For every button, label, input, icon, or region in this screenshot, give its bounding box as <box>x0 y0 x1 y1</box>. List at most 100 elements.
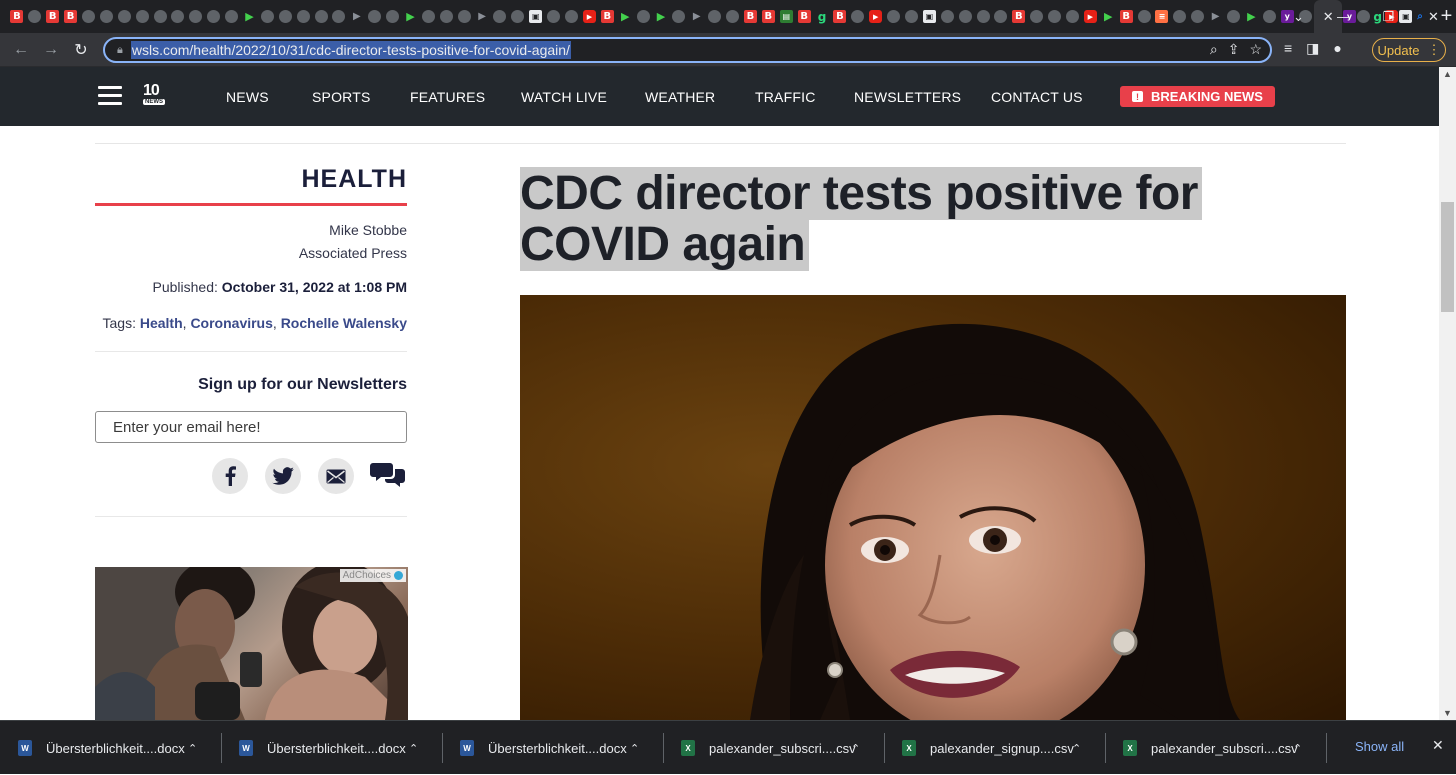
tab[interactable]: ▶ <box>652 0 670 33</box>
chevron-up-icon[interactable]: ⌃ <box>1072 742 1081 755</box>
nav-link-watch-live[interactable]: WATCH LIVE <box>521 89 607 105</box>
tab[interactable] <box>563 0 581 33</box>
tab[interactable]: ▶ <box>1099 0 1117 33</box>
tab[interactable] <box>1171 0 1189 33</box>
tab[interactable]: B <box>742 0 760 33</box>
download-item[interactable]: W Übersterblichkeit....docx ⌃ <box>0 721 221 775</box>
url-text[interactable]: wsls.com/health/2022/10/31/cdc-director-… <box>130 41 571 59</box>
chevron-up-icon[interactable]: ⌃ <box>851 742 860 755</box>
address-bar[interactable]: 🔒︎ wsls.com/health/2022/10/31/cdc-direct… <box>103 37 1272 63</box>
tab[interactable] <box>366 0 384 33</box>
chevron-up-icon[interactable]: ⌃ <box>1293 742 1302 755</box>
chevron-up-icon[interactable]: ⌃ <box>409 742 418 755</box>
tab[interactable] <box>1028 0 1046 33</box>
chevron-up-icon[interactable]: ⌃ <box>630 742 639 755</box>
scroll-thumb[interactable] <box>1441 202 1454 312</box>
tab[interactable]: B <box>831 0 849 33</box>
twitter-share-button[interactable] <box>265 458 301 494</box>
page-scrollbar[interactable]: ▲ ▼ <box>1439 67 1456 720</box>
bookmark-star-icon[interactable]: ☆ <box>1249 41 1262 58</box>
reload-icon[interactable]: ↻ <box>66 40 96 60</box>
tab[interactable] <box>938 0 956 33</box>
nav-link-contact-us[interactable]: CONTACT US <box>991 89 1083 105</box>
tab[interactable]: ▶ <box>616 0 634 33</box>
tab[interactable] <box>187 0 205 33</box>
tab[interactable]: B <box>1117 0 1135 33</box>
share-icon[interactable]: ⇪ <box>1228 41 1240 58</box>
tab[interactable]: ▤ <box>777 0 795 33</box>
nav-link-news[interactable]: NEWS <box>226 89 269 105</box>
profile-avatar-icon[interactable]: ● <box>1333 40 1341 57</box>
tab[interactable] <box>545 0 563 33</box>
tag-link-coronavirus[interactable]: Coronavirus <box>190 315 272 331</box>
comments-icon[interactable] <box>370 461 406 491</box>
forward-icon[interactable]: → <box>36 41 66 59</box>
scroll-up-arrow-icon[interactable]: ▲ <box>1443 69 1452 79</box>
tab[interactable]: B <box>1010 0 1028 33</box>
close-window-icon[interactable]: ✕ <box>1411 9 1456 25</box>
nav-link-sports[interactable]: SPORTS <box>312 89 371 105</box>
tab[interactable] <box>312 0 330 33</box>
email-share-button[interactable] <box>318 458 354 494</box>
tab[interactable] <box>903 0 921 33</box>
tab[interactable] <box>956 0 974 33</box>
chevron-up-icon[interactable]: ⌃ <box>188 742 197 755</box>
section-label[interactable]: HEALTH <box>95 165 407 194</box>
tab[interactable] <box>670 0 688 33</box>
tab[interactable] <box>80 0 98 33</box>
tab[interactable] <box>437 0 455 33</box>
media-control-icon[interactable]: ≡ <box>1284 40 1292 57</box>
tab[interactable] <box>1225 0 1243 33</box>
tab[interactable]: B <box>598 0 616 33</box>
tag-link-health[interactable]: Health <box>140 315 183 331</box>
tab[interactable]: ▶ <box>688 0 706 33</box>
nav-link-traffic[interactable]: TRAFFIC <box>755 89 816 105</box>
breaking-news-button[interactable]: ! BREAKING NEWS <box>1120 86 1275 107</box>
tab[interactable]: ▶ <box>581 0 599 33</box>
tab[interactable]: B <box>8 0 26 33</box>
download-item[interactable]: W Übersterblichkeit....docx ⌃ <box>221 721 442 775</box>
tab[interactable]: ▣ <box>527 0 545 33</box>
tab[interactable]: ▶ <box>241 0 259 33</box>
tab[interactable] <box>26 0 44 33</box>
tab-search-icon[interactable]: ⌄ <box>1276 9 1321 25</box>
tab[interactable] <box>384 0 402 33</box>
tab[interactable] <box>294 0 312 33</box>
tab[interactable] <box>1064 0 1082 33</box>
advertisement[interactable]: AdChoices <box>95 567 408 720</box>
nav-link-weather[interactable]: WEATHER <box>645 89 715 105</box>
show-all-downloads-link[interactable]: Show all <box>1355 739 1404 754</box>
tab[interactable] <box>1046 0 1064 33</box>
tab[interactable] <box>258 0 276 33</box>
download-item[interactable]: Xpalexander_subscri....csv ⌃ <box>1105 721 1326 775</box>
tab[interactable] <box>724 0 742 33</box>
tab[interactable]: ≡ <box>1153 0 1171 33</box>
tab[interactable]: ▶ <box>1242 0 1260 33</box>
nav-link-features[interactable]: FEATURES <box>410 89 485 105</box>
tab[interactable] <box>455 0 473 33</box>
side-panel-icon[interactable]: ◨ <box>1306 40 1319 57</box>
tab[interactable]: ▶ <box>1081 0 1099 33</box>
hamburger-menu-icon[interactable] <box>98 86 122 106</box>
lock-icon[interactable]: 🔒︎ <box>117 44 123 57</box>
tab[interactable] <box>151 0 169 33</box>
newsletter-email-input[interactable] <box>95 411 407 443</box>
download-item[interactable]: Xpalexander_signup....csv ⌃ <box>884 721 1105 775</box>
tab[interactable] <box>115 0 133 33</box>
tab[interactable]: ▶ <box>1207 0 1225 33</box>
tab[interactable]: B <box>44 0 62 33</box>
download-item[interactable]: W Übersterblichkeit....docx ⌃ <box>442 721 663 775</box>
tab[interactable]: ▶ <box>348 0 366 33</box>
kebab-menu-icon[interactable]: ⋮ <box>1427 42 1440 58</box>
tab[interactable]: B <box>62 0 80 33</box>
tab[interactable]: ▶ <box>867 0 885 33</box>
back-icon[interactable]: ← <box>6 41 36 59</box>
tab[interactable] <box>419 0 437 33</box>
tab[interactable] <box>634 0 652 33</box>
tab[interactable] <box>330 0 348 33</box>
tab[interactable]: B <box>759 0 777 33</box>
tab[interactable] <box>276 0 294 33</box>
close-download-shelf-icon[interactable]: ✕ <box>1432 737 1444 754</box>
download-item[interactable]: Xpalexander_subscri....csv ⌃ <box>663 721 884 775</box>
nav-link-newsletters[interactable]: NEWSLETTERS <box>854 89 961 105</box>
